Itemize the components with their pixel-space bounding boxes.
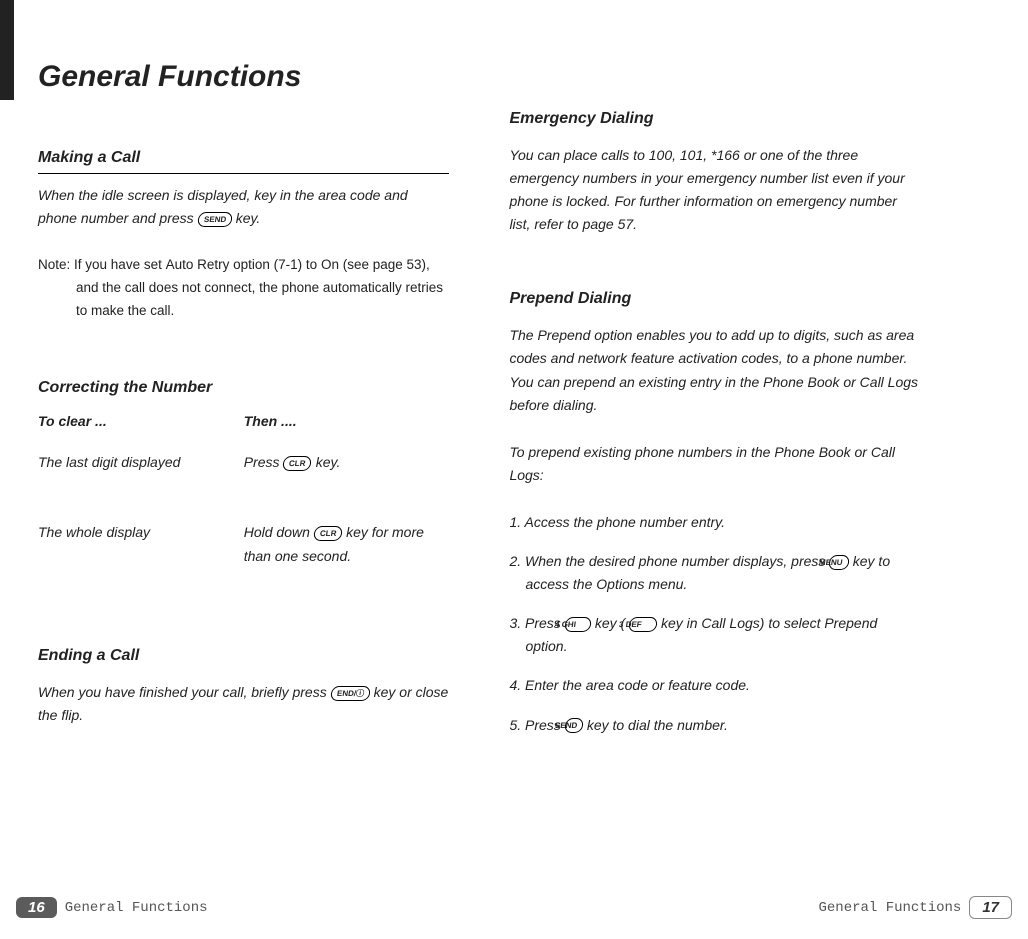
step-5: 5. Press SEND key to dial the number.	[509, 714, 918, 737]
send-key-icon: SEND	[564, 718, 584, 733]
footer-label-left: General Functions	[65, 900, 208, 916]
send-key-icon: SEND	[197, 212, 233, 227]
table-cell: The whole display	[38, 521, 244, 569]
para-making-a-call: When the idle screen is displayed, key i…	[38, 184, 449, 230]
text: option.	[525, 638, 567, 654]
step-4: 4. Enter the area code or feature code.	[509, 674, 918, 697]
heading-ending-call: Ending a Call	[38, 647, 449, 671]
para-prepend-1: The Prepend option enables you to add up…	[509, 324, 918, 416]
menu-key-icon: MENU	[828, 555, 850, 570]
text: ) to	[298, 257, 321, 272]
text: menu.	[645, 576, 688, 592]
note-auto-retry: Note: If you have set Auto Retry option …	[38, 254, 449, 323]
end-key-icon: END/ⓘ	[330, 686, 371, 701]
text: 2. When the desired phone number display…	[509, 553, 829, 569]
text: option (	[229, 257, 278, 272]
footer-right-group: General Functions 17	[818, 896, 1012, 919]
table-col-1: To clear ... The last digit displayed Th…	[38, 413, 244, 591]
text: key.	[316, 454, 341, 470]
table-cell: Press CLR key.	[244, 451, 450, 499]
step-3: 3. Press 4 GHI key ( 3 DEF key in Call L…	[509, 612, 918, 658]
side-tab	[0, 0, 14, 100]
text: Hold down	[244, 524, 314, 540]
text-bold: On	[321, 257, 339, 272]
table-cell: Hold down CLR key for more than one seco…	[244, 521, 450, 569]
correct-table: To clear ... The last digit displayed Th…	[38, 413, 449, 591]
clr-key-icon: CLR	[313, 526, 344, 541]
page-number-right: 17	[969, 896, 1012, 919]
page-spread: General Functions Making a Call When the…	[0, 0, 1028, 880]
prepend-steps: 1. Access the phone number entry. 2. Whe…	[509, 511, 918, 737]
text-bold: 7-1	[278, 257, 298, 272]
key-3-icon: 3 DEF	[628, 617, 658, 632]
text: key in Call Logs) to select	[661, 615, 824, 631]
step-1: 1. Access the phone number entry.	[509, 511, 918, 534]
table-col-2: Then .... Press CLR key. Hold down CLR k…	[244, 413, 450, 591]
heading-emergency-dialing: Emergency Dialing	[509, 110, 918, 134]
heading-prepend-dialing: Prepend Dialing	[509, 290, 918, 314]
table-cell: The last digit displayed	[38, 451, 244, 499]
left-page: General Functions Making a Call When the…	[10, 40, 479, 880]
right-page: Emergency Dialing You can place calls to…	[479, 40, 948, 880]
text-bold: Auto Retry	[166, 257, 230, 272]
text-bold: Options	[596, 576, 644, 592]
table-header: Then ....	[244, 413, 450, 429]
heading-making-a-call: Making a Call	[38, 149, 449, 174]
para-emergency: You can place calls to 100, 101, *166 or…	[509, 144, 918, 236]
text-bold: Prepend	[824, 615, 877, 631]
footer-left-group: 16 General Functions	[16, 897, 208, 918]
text: key.	[236, 210, 261, 226]
step-2: 2. When the desired phone number display…	[509, 550, 918, 596]
text-bold: Prepend	[537, 327, 590, 343]
page-title: General Functions	[38, 60, 449, 94]
text: : If you have set	[67, 257, 166, 272]
text: Press	[244, 454, 284, 470]
footer: 16 General Functions General Functions 1…	[0, 896, 1028, 919]
clr-key-icon: CLR	[282, 456, 313, 471]
heading-correcting-number: Correcting the Number	[38, 379, 449, 403]
para-ending-call: When you have finished your call, briefl…	[38, 681, 449, 727]
key-4-icon: 4 GHI	[564, 617, 592, 632]
para-prepend-2: To prepend existing phone numbers in the…	[509, 441, 918, 487]
text: The	[509, 327, 537, 343]
table-header: To clear ...	[38, 413, 244, 429]
page-number-left: 16	[16, 897, 57, 918]
note-label: Note	[38, 257, 67, 272]
footer-label-right: General Functions	[818, 900, 961, 916]
text: When you have finished your call, briefl…	[38, 684, 331, 700]
text: key to dial the number.	[587, 717, 728, 733]
